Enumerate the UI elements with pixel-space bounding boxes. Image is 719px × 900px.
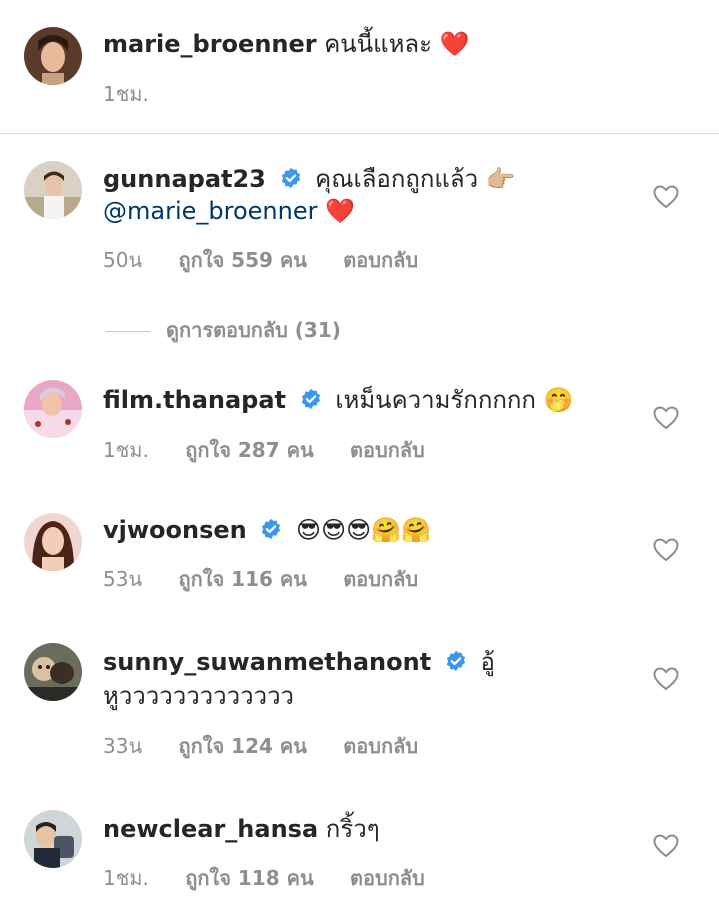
username[interactable]: gunnapat23: [103, 165, 266, 193]
avatar[interactable]: [24, 643, 82, 701]
comment-meta: 1ชม. ถูกใจ 287 คน ตอบกลับ: [103, 434, 455, 466]
reply-button[interactable]: ตอบกลับ: [343, 567, 418, 591]
timestamp[interactable]: 33น: [103, 734, 142, 758]
avatar[interactable]: [24, 27, 82, 85]
mention-link[interactable]: @marie_broenner: [103, 197, 317, 225]
timestamp[interactable]: 53น: [103, 567, 142, 591]
verified-badge-icon: [300, 386, 322, 418]
username[interactable]: sunny_suwanmethanont: [103, 648, 431, 676]
username[interactable]: marie_broenner: [103, 30, 317, 58]
heart-emoji: ❤️: [439, 30, 470, 58]
view-replies-label: ดูการตอบกลับ (31): [166, 318, 341, 342]
heart-icon[interactable]: [653, 185, 679, 209]
comment-line: newclear_hansa กริ้วๆ: [103, 813, 380, 845]
username[interactable]: film.thanapat: [103, 386, 286, 414]
comment-meta: 50น ถูกใจ 559 คน ตอบกลับ: [103, 244, 448, 276]
reply-button[interactable]: ตอบกลับ: [350, 866, 425, 890]
heart-icon[interactable]: [653, 667, 679, 691]
timestamp[interactable]: 1ชม.: [103, 438, 149, 462]
caption-meta: 1ชม.: [103, 78, 179, 110]
heart-icon[interactable]: [653, 834, 679, 858]
likes-count[interactable]: ถูกใจ 287 คน: [185, 438, 313, 462]
heart-icon[interactable]: [653, 406, 679, 430]
comment-text: คุณเลือกถูกแล้ว: [315, 165, 479, 193]
username[interactable]: vjwoonsen: [103, 516, 247, 544]
comment-line: sunny_suwanmethanont อู้: [103, 646, 495, 680]
comment-line-2: @marie_broenner ❤️: [103, 195, 355, 227]
likes-count[interactable]: ถูกใจ 124 คน: [178, 734, 306, 758]
likes-count[interactable]: ถูกใจ 116 คน: [178, 567, 306, 591]
comment-text: อู้: [480, 648, 495, 676]
comment-line: vjwoonsen 😎😎😎🤗🤗: [103, 514, 431, 548]
reply-button[interactable]: ตอบกลับ: [343, 248, 418, 272]
likes-count[interactable]: ถูกใจ 118 คน: [185, 866, 313, 890]
hand-over-mouth-emoji: 🤭: [543, 386, 574, 414]
avatar[interactable]: [24, 161, 82, 219]
heart-emoji: ❤️: [325, 197, 355, 225]
view-replies-button[interactable]: ดูการตอบกลับ (31): [106, 314, 341, 346]
comment-line: gunnapat23 คุณเลือกถูกแล้ว 👉🏼: [103, 163, 516, 197]
caption-text: คนนี้แหละ: [324, 30, 433, 58]
heart-icon[interactable]: [653, 538, 679, 562]
comment-meta: 53น ถูกใจ 116 คน ตอบกลับ: [103, 563, 448, 595]
verified-badge-icon: [445, 648, 467, 680]
sunglasses-hug-emoji: 😎😎😎🤗🤗: [296, 516, 431, 544]
verified-badge-icon: [280, 165, 302, 197]
comment-meta: 33น ถูกใจ 124 คน ตอบกลับ: [103, 730, 448, 762]
reply-button[interactable]: ตอบกลับ: [343, 734, 418, 758]
caption-line: marie_broenner คนนี้แหละ ❤️: [103, 28, 470, 60]
comment-line: film.thanapat เหม็นความรักกกกก 🤭: [103, 384, 573, 418]
avatar[interactable]: [24, 380, 82, 438]
timestamp[interactable]: 1ชม.: [103, 866, 149, 890]
pointing-emoji: 👉🏼: [485, 165, 516, 193]
avatar[interactable]: [24, 513, 82, 571]
comment-text: เหม็นความรักกกกก: [335, 386, 536, 414]
username[interactable]: newclear_hansa: [103, 815, 318, 843]
divider: [106, 331, 150, 332]
post-caption: marie_broenner คนนี้แหละ ❤️ 1ชม.: [0, 0, 719, 134]
reply-button[interactable]: ตอบกลับ: [350, 438, 425, 462]
timestamp[interactable]: 1ชม.: [103, 82, 149, 106]
timestamp[interactable]: 50น: [103, 248, 142, 272]
likes-count[interactable]: ถูกใจ 559 คน: [178, 248, 306, 272]
verified-badge-icon: [260, 516, 282, 548]
avatar[interactable]: [24, 810, 82, 868]
comment-text-continued: หูววววววววววววว: [103, 682, 295, 710]
comment-meta: 1ชม. ถูกใจ 118 คน ตอบกลับ: [103, 862, 455, 894]
comment-text: กริ้วๆ: [325, 815, 380, 843]
comment-line-2: หูววววววววววววว: [103, 680, 294, 712]
